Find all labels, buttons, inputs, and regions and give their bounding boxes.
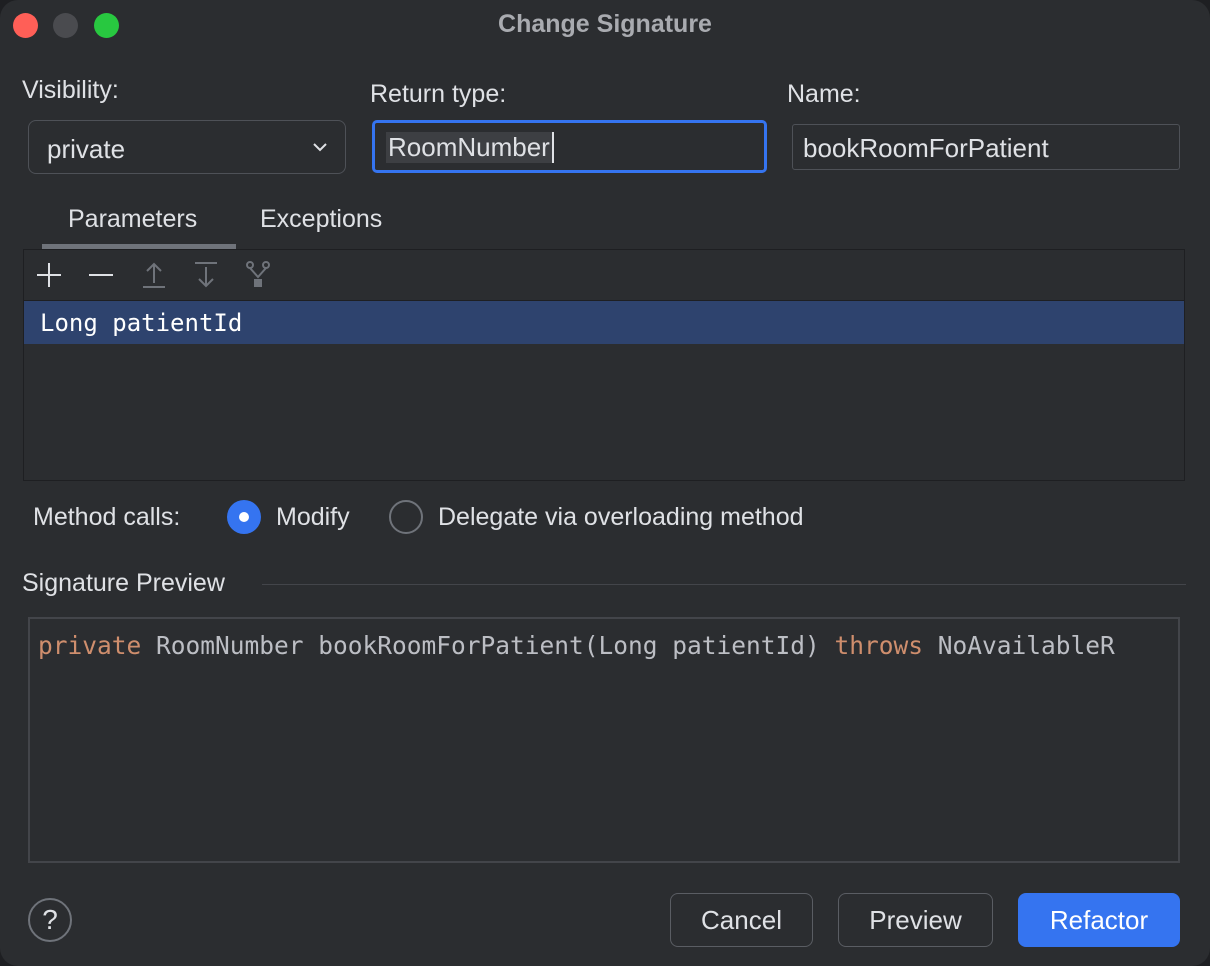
throws-keyword: throws — [834, 631, 924, 660]
dialog-title: Change Signature — [498, 10, 712, 38]
signature-body: RoomNumber bookRoomForPatient(Long patie… — [141, 631, 835, 660]
chevron-down-icon — [313, 143, 327, 152]
delegate-radio[interactable] — [389, 500, 423, 534]
move-down-icon[interactable] — [191, 260, 221, 290]
modify-radio[interactable] — [227, 500, 261, 534]
add-icon[interactable] — [34, 260, 64, 290]
propagate-icon[interactable] — [243, 260, 273, 290]
signature-preview-box: private RoomNumber bookRoomForPatient(Lo… — [28, 617, 1180, 863]
visibility-label: Visibility: — [22, 76, 119, 104]
parameter-text: Long patientId — [40, 309, 243, 337]
tab-exceptions[interactable]: Exceptions — [260, 205, 382, 234]
parameters-toolbar — [24, 250, 1184, 301]
tab-parameters[interactable]: Parameters — [68, 205, 197, 234]
name-label: Name: — [787, 80, 861, 108]
parameter-row[interactable]: Long patientId — [24, 301, 1184, 344]
return-type-input[interactable]: RoomNumber — [372, 120, 767, 173]
visibility-value: private — [47, 134, 126, 164]
move-up-icon[interactable] — [139, 260, 169, 290]
modify-radio-label[interactable]: Modify — [276, 503, 350, 532]
modifier-keyword: private — [38, 631, 142, 660]
return-type-label: Return type: — [370, 80, 507, 108]
delegate-radio-label[interactable]: Delegate via overloading method — [438, 503, 804, 532]
change-signature-dialog: Change Signature Visibility: Return type… — [0, 0, 1210, 966]
name-value: bookRoomForPatient — [803, 133, 1049, 163]
section-divider — [262, 584, 1186, 585]
parameters-table: Long patientId — [23, 249, 1185, 481]
signature-code: private RoomNumber bookRoomForPatient(Lo… — [38, 631, 1115, 660]
cancel-button[interactable]: Cancel — [670, 893, 813, 947]
refactor-button[interactable]: Refactor — [1018, 893, 1180, 947]
title-bar: Change Signature — [0, 0, 1210, 50]
remove-icon[interactable] — [86, 260, 116, 290]
visibility-select[interactable]: private — [28, 120, 346, 174]
help-button[interactable]: ? — [28, 898, 72, 942]
signature-tail: NoAvailableR — [923, 631, 1115, 660]
return-type-value: RoomNumber — [386, 132, 554, 163]
method-calls-label: Method calls: — [33, 503, 181, 531]
signature-preview-heading: Signature Preview — [22, 569, 225, 597]
preview-button[interactable]: Preview — [838, 893, 993, 947]
name-input[interactable]: bookRoomForPatient — [792, 124, 1180, 170]
